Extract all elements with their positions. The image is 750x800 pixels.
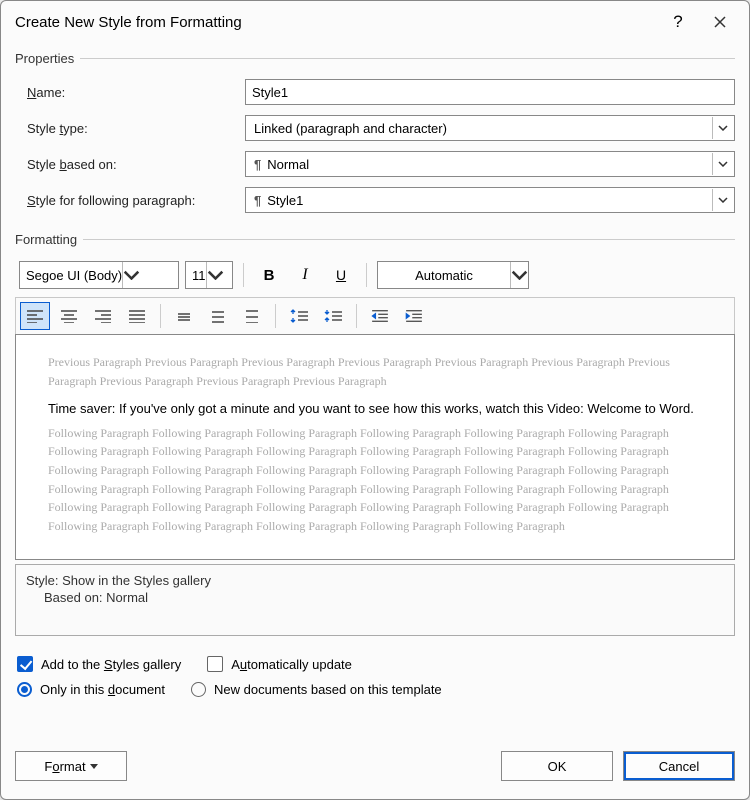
help-button[interactable]: ? — [659, 6, 697, 38]
name-label: Name: — [15, 85, 245, 100]
separator — [243, 263, 244, 287]
style-description: Style: Show in the Styles gallery Based … — [15, 564, 735, 636]
chevron-down-icon — [712, 153, 732, 175]
align-center-button[interactable] — [54, 302, 84, 330]
separator — [356, 304, 357, 328]
close-button[interactable] — [701, 6, 739, 38]
preview-sample: Time saver: If you've only got a minute … — [48, 400, 702, 418]
chevron-down-icon — [712, 189, 732, 211]
add-to-gallery-checkbox[interactable]: Add to the Styles gallery — [17, 656, 181, 672]
paragraph-toolbar — [15, 297, 735, 334]
formatting-group: Formatting Segoe UI (Body) 11 B I U Auto… — [15, 232, 735, 642]
align-justify-button[interactable] — [122, 302, 152, 330]
paragraph-icon: ¶ — [254, 157, 261, 172]
separator — [366, 263, 367, 287]
formatting-legend: Formatting — [15, 232, 83, 247]
increase-spacing-button[interactable] — [284, 302, 314, 330]
desc-line2: Based on: Normal — [26, 590, 724, 605]
following-label: Style for following paragraph: — [15, 193, 245, 208]
dropdown-icon — [90, 764, 98, 769]
bold-button[interactable]: B — [254, 261, 284, 289]
radio-icon — [17, 682, 32, 697]
line-spacing-1-5-button[interactable] — [203, 302, 233, 330]
paragraph-icon: ¶ — [254, 193, 261, 208]
line-spacing-2-button[interactable] — [237, 302, 267, 330]
italic-button[interactable]: I — [290, 261, 320, 289]
separator — [160, 304, 161, 328]
chevron-down-icon — [122, 262, 140, 288]
increase-indent-button[interactable] — [399, 302, 429, 330]
underline-button[interactable]: U — [326, 261, 356, 289]
auto-update-checkbox[interactable]: Automatically update — [207, 656, 352, 672]
font-color-combo[interactable]: Automatic — [377, 261, 529, 289]
based-on-select[interactable]: ¶ Normal — [245, 151, 735, 177]
preview-previous: Previous Paragraph Previous Paragraph Pr… — [48, 353, 702, 390]
radio-icon — [191, 682, 206, 697]
decrease-indent-button[interactable] — [365, 302, 395, 330]
based-on-label: Style based on: — [15, 157, 245, 172]
name-input[interactable] — [245, 79, 735, 105]
dialog-footer: Format OK Cancel — [1, 749, 749, 799]
options-area: Add to the Styles gallery Automatically … — [15, 642, 735, 715]
format-button[interactable]: Format — [15, 751, 127, 781]
line-spacing-1-button[interactable] — [169, 302, 199, 330]
font-combo[interactable]: Segoe UI (Body) — [19, 261, 179, 289]
align-left-button[interactable] — [20, 302, 50, 330]
window-controls: ? — [659, 6, 739, 38]
create-style-dialog: Create New Style from Formatting ? Prope… — [0, 0, 750, 800]
following-select[interactable]: ¶ Style1 — [245, 187, 735, 213]
style-type-select[interactable]: Linked (paragraph and character) — [245, 115, 735, 141]
font-toolbar: Segoe UI (Body) 11 B I U Automatic — [15, 257, 735, 297]
chevron-down-icon — [206, 262, 224, 288]
preview-pane: Previous Paragraph Previous Paragraph Pr… — [15, 334, 735, 560]
properties-legend: Properties — [15, 51, 80, 66]
decrease-spacing-button[interactable] — [318, 302, 348, 330]
chevron-down-icon — [510, 262, 528, 288]
dialog-title: Create New Style from Formatting — [15, 14, 242, 31]
desc-line1: Style: Show in the Styles gallery — [26, 573, 724, 588]
align-right-button[interactable] — [88, 302, 118, 330]
new-documents-radio[interactable]: New documents based on this template — [191, 682, 442, 697]
separator — [275, 304, 276, 328]
preview-following: Following Paragraph Following Paragraph … — [48, 424, 702, 536]
close-icon — [713, 15, 727, 29]
ok-button[interactable]: OK — [501, 751, 613, 781]
checkbox-icon — [207, 656, 223, 672]
titlebar: Create New Style from Formatting ? — [1, 1, 749, 43]
cancel-button[interactable]: Cancel — [623, 751, 735, 781]
properties-group: Properties Name: Style type: Linked (par… — [15, 51, 735, 228]
checkbox-icon — [17, 656, 33, 672]
chevron-down-icon — [712, 117, 732, 139]
font-size-combo[interactable]: 11 — [185, 261, 233, 289]
only-this-document-radio[interactable]: Only in this document — [17, 682, 165, 697]
style-type-label: Style type: — [15, 121, 245, 136]
